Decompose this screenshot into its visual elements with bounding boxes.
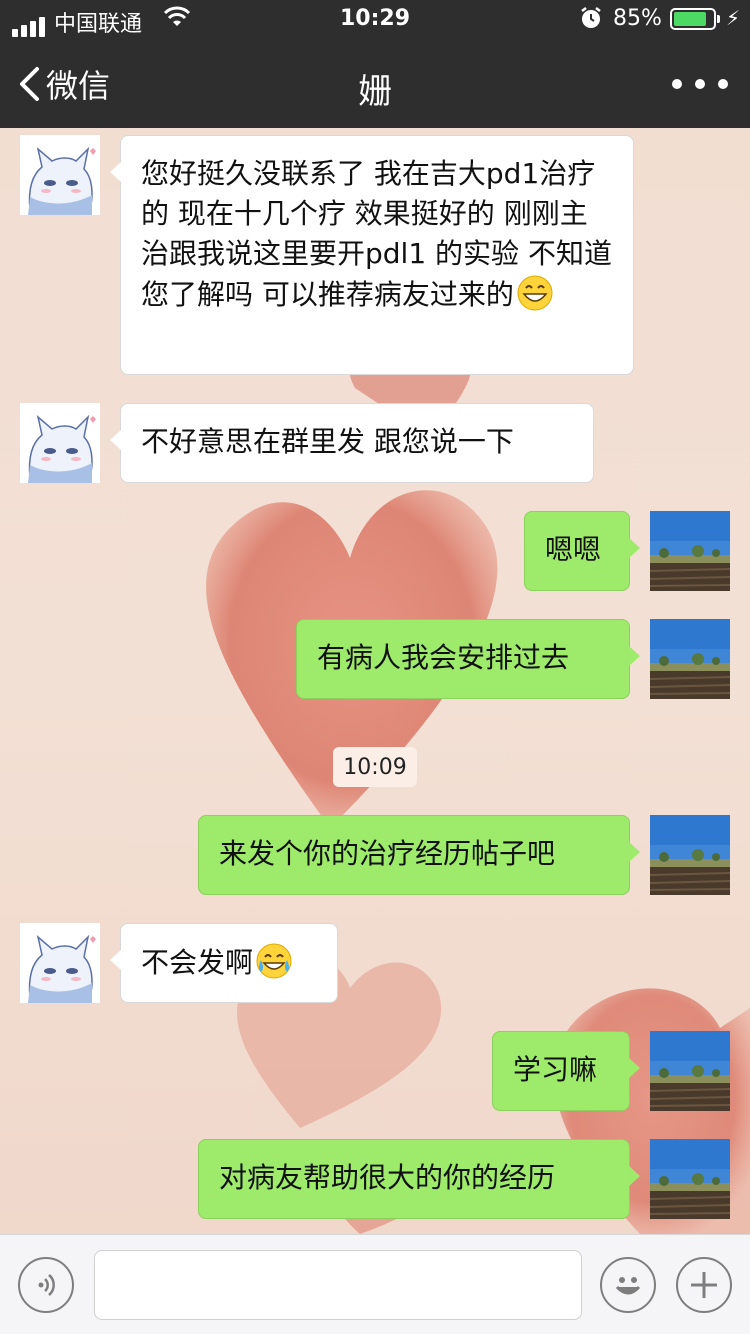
message-bubble[interactable]: 有病人我会安排过去 — [296, 619, 640, 699]
my-avatar[interactable] — [650, 619, 730, 699]
my-avatar[interactable] — [650, 511, 730, 591]
chat-title: 姗 — [358, 72, 392, 112]
contact-avatar[interactable] — [20, 135, 100, 215]
message-bubble[interactable]: 您好挺久没联系了 我在吉大pd1治疗的 现在十几个疗 效果挺好的 刚刚主治跟我说… — [110, 135, 634, 375]
tears-of-joy-emoji-icon — [256, 943, 293, 979]
charging-bolt-icon: ⚡︎ — [726, 6, 741, 30]
alarm-icon — [579, 5, 603, 37]
timestamp-chip: 10:09 — [333, 747, 417, 787]
message-text: 对病友帮助很大的你的经历 — [219, 1161, 556, 1194]
status-bar: 中国联通 10:29 85% ⚡︎ — [0, 0, 750, 40]
message-text: 不会发啊 — [141, 946, 254, 979]
message-input[interactable] — [94, 1250, 582, 1320]
my-avatar[interactable] — [650, 1031, 730, 1111]
message-bubble[interactable]: 不好意思在群里发 跟您说一下 — [110, 403, 594, 483]
contact-avatar[interactable] — [20, 403, 100, 483]
emoji-button[interactable] — [600, 1257, 656, 1313]
battery-icon — [670, 8, 720, 30]
message-text: 不好意思在群里发 跟您说一下 — [141, 425, 514, 458]
voice-button[interactable] — [18, 1257, 74, 1313]
nav-bar: 微信 姗 — [0, 40, 750, 128]
message-bubble[interactable]: 嗯嗯 — [524, 511, 640, 591]
my-avatar[interactable] — [650, 815, 730, 895]
message-text: 嗯嗯 — [545, 533, 602, 566]
chat-input-bar — [0, 1234, 750, 1334]
my-avatar[interactable] — [650, 1139, 730, 1219]
contact-avatar[interactable] — [20, 923, 100, 1003]
grinning-face-emoji-icon — [516, 275, 553, 311]
message-bubble[interactable]: 不会发啊 — [110, 923, 338, 1003]
message-text: 学习嘛 — [513, 1053, 598, 1086]
message-text: 有病人我会安排过去 — [317, 641, 570, 674]
plus-button[interactable] — [676, 1257, 732, 1313]
message-bubble[interactable]: 来发个你的治疗经历帖子吧 — [198, 815, 640, 895]
plus-icon — [691, 1272, 717, 1298]
top-bar: 中国联通 10:29 85% ⚡︎ 微信 姗 — [0, 0, 750, 128]
message-bubble[interactable]: 对病友帮助很大的你的经历 — [198, 1139, 640, 1219]
more-options-button[interactable] — [672, 64, 728, 104]
battery-percent: 85% — [613, 6, 662, 31]
message-bubble[interactable]: 学习嘛 — [492, 1031, 640, 1111]
message-text: 来发个你的治疗经历帖子吧 — [219, 837, 556, 870]
voice-icon — [38, 1274, 55, 1296]
emoji-icon — [615, 1277, 641, 1295]
